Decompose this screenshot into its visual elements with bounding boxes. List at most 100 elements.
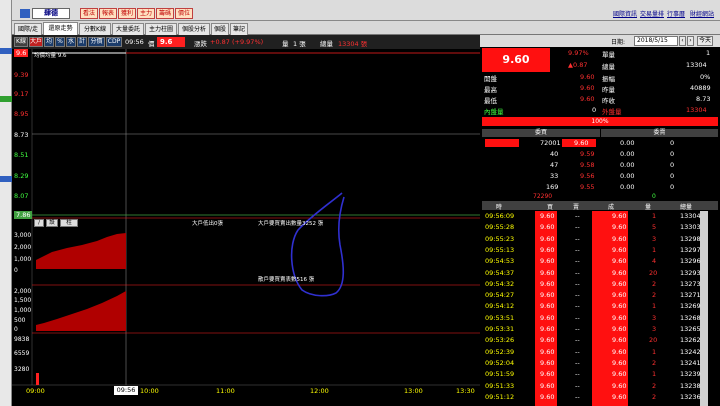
annotation-big-sell: 大戶低出0張: [192, 221, 223, 227]
prev-date-button[interactable]: ‹: [679, 36, 686, 46]
tick-deal: 9.60: [612, 381, 627, 390]
tick-qty: 4: [652, 257, 657, 266]
ticks-scrollbar[interactable]: [700, 211, 708, 406]
bid-price: 9.56: [580, 172, 595, 180]
today-button[interactable]: 今天: [697, 36, 713, 46]
tab-stock[interactable]: 個股: [211, 23, 229, 35]
tick-total: 13242: [680, 347, 701, 356]
news-link-volume[interactable]: 交易量排: [640, 9, 664, 18]
tick-ask: --: [575, 370, 580, 379]
annotation-retail: 散戶要買賣表數516 張: [258, 277, 315, 283]
axis-price-ref: 8.73: [14, 131, 29, 139]
tick-ask: --: [575, 223, 580, 232]
tab-notes[interactable]: 筆記: [230, 23, 248, 35]
tick-time: 09:54:27: [485, 291, 515, 300]
bid-qty: 72001: [540, 139, 561, 147]
major-button[interactable]: 主力: [137, 8, 155, 19]
next-date-button[interactable]: ›: [687, 36, 694, 46]
profit-button[interactable]: 獲利: [118, 8, 136, 19]
news-link-finance[interactable]: 財經網站: [690, 9, 714, 18]
strip-marker: [0, 48, 12, 54]
bid-qty: 169: [546, 183, 559, 191]
tick-ask: --: [575, 336, 580, 345]
last-price: 9.60: [482, 48, 550, 72]
high-label: 最高: [484, 86, 497, 94]
tab-stock-analysis[interactable]: 個股分析: [178, 23, 210, 35]
tick-total: 13293: [680, 268, 701, 277]
bid-qty: 40: [550, 150, 559, 158]
tick-time: 09:56:09: [485, 212, 515, 220]
open-value: 9.60: [580, 73, 595, 81]
draw-button[interactable]: /: [34, 219, 44, 227]
time-axis-label: 13:30: [456, 387, 475, 395]
tab-minute-k[interactable]: 分數K線: [79, 23, 111, 35]
tick-time: 09:53:51: [485, 313, 515, 322]
view-button[interactable]: 看法: [80, 8, 98, 19]
ask-qty: 0: [670, 183, 675, 191]
report-button[interactable]: 報表: [99, 8, 117, 19]
chart-svg: [12, 49, 480, 386]
price-level-button[interactable]: 價位: [175, 8, 193, 19]
tick-total: 13236: [680, 392, 701, 401]
tick-ask: --: [575, 212, 580, 220]
tick-deal: 9.60: [612, 291, 627, 300]
tab-major-bars[interactable]: 主力柱圖: [145, 23, 177, 35]
axis-price: 9.17: [14, 90, 29, 98]
tab-intl-trend[interactable]: 國際/走勢: [14, 23, 42, 44]
tick-total: 13269: [680, 302, 701, 311]
intraday-chart[interactable]: K線 大戶 均 % 水 計 分價 CDP 09:56 價 9.6 漲跌 +0.8…: [12, 35, 480, 406]
tick-qty: 5: [652, 223, 657, 232]
ask-price: 0.00: [620, 172, 635, 180]
tick-qty: 1: [652, 212, 657, 220]
axis-price: 8.51: [14, 151, 29, 159]
news-link-intl[interactable]: 國際資訊: [613, 9, 637, 18]
ticks-header-qty: 量: [645, 204, 652, 211]
change-value: ▲0.87: [568, 61, 588, 69]
tick-ask: --: [575, 313, 580, 322]
tick-time: 09:51:12: [485, 392, 515, 401]
tick-qty: 3: [652, 313, 657, 322]
tick-deal: 9.60: [612, 279, 627, 288]
tick-bid: 9.60: [540, 347, 555, 356]
tick-bid: 9.60: [540, 302, 555, 311]
sub2-axis: 1,000: [14, 307, 32, 314]
bid-header: 委買: [482, 129, 600, 137]
axis-price-bottom: 7.86: [14, 211, 33, 219]
date-input[interactable]: 2018/5/15: [634, 36, 678, 46]
tick-qty: 2: [652, 291, 657, 300]
sub1-axis: 3,000: [14, 232, 32, 239]
axis-price-top: 9.6: [14, 49, 29, 57]
tick-time: 09:55:23: [485, 234, 515, 243]
tick-deal: 9.60: [612, 313, 627, 322]
sub1-axis: 1,000: [14, 256, 32, 263]
tick-bid: 9.60: [540, 212, 555, 220]
strip-marker: [0, 176, 12, 182]
tick-ask: --: [575, 245, 580, 254]
outer-volume-label: 外盤量: [602, 108, 622, 116]
tab-big-orders[interactable]: 大量委託: [112, 23, 144, 35]
chips-button[interactable]: 籌碼: [156, 8, 174, 19]
tick-time: 09:55:13: [485, 245, 515, 254]
tick-total: 13262: [680, 336, 701, 345]
settings-button[interactable]: 設: [46, 219, 58, 227]
ask-qty: 0: [670, 139, 675, 147]
tick-deal: 9.60: [612, 257, 627, 266]
amplitude-label: 振幅: [602, 75, 615, 83]
bid-price: 9.60: [574, 139, 589, 147]
tick-ask: --: [575, 234, 580, 243]
tick-deal: 9.60: [612, 336, 627, 345]
stock-name-field[interactable]: 肆德: [32, 8, 70, 19]
amplitude-value: 0%: [700, 73, 711, 81]
tab-restored-trend[interactable]: 還原走勢: [43, 22, 78, 35]
tick-time: 09:54:37: [485, 268, 515, 277]
tick-bid: 9.60: [540, 279, 555, 288]
tick-deal: 9.60: [612, 302, 627, 311]
bar-button[interactable]: 柱: [60, 219, 78, 227]
tick-qty: 2: [652, 358, 657, 367]
bid-sum: 72290: [533, 193, 553, 200]
news-link-calendar[interactable]: 行事曆: [667, 9, 685, 18]
bid-depth-bar: [485, 139, 519, 147]
tick-bid: 9.60: [540, 223, 555, 232]
sub3-axis: 6559: [14, 350, 30, 357]
sub2-axis: 500: [14, 317, 26, 324]
